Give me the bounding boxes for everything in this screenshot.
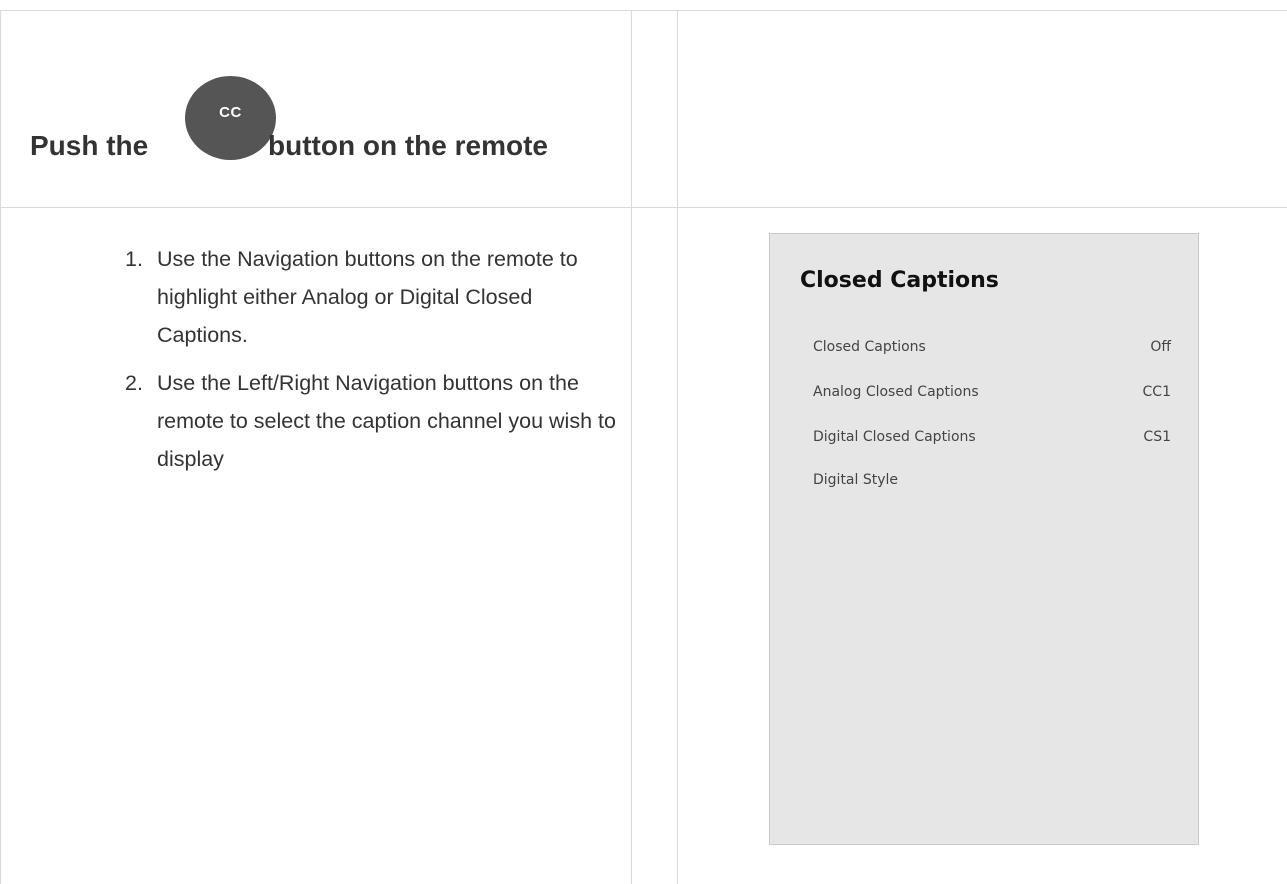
table-row-divider (0, 207, 1287, 208)
step-text: Use the Left/Right Navigation buttons on… (157, 371, 616, 471)
menu-row-value: CS1 (1143, 429, 1171, 445)
table-border-left (0, 10, 1, 884)
cc-button-label: CC (219, 104, 242, 121)
steps-list: 1. Use the Navigation buttons on the rem… (110, 240, 620, 488)
menu-row-label: Digital Style (813, 472, 899, 488)
step-number: 2. (125, 371, 143, 395)
step-number: 1. (125, 247, 143, 271)
heading-suffix: button on the remote (268, 130, 548, 161)
table-column-divider (631, 10, 632, 884)
step-text: Use the Navigation buttons on the remote… (157, 247, 578, 347)
closed-captions-menu-screenshot: Closed Captions Closed Captions Off Anal… (769, 233, 1199, 845)
list-item: 1. Use the Navigation buttons on the rem… (110, 240, 620, 354)
table-column-divider (677, 10, 678, 884)
menu-title: Closed Captions (800, 268, 999, 293)
menu-row-value: Off (1150, 339, 1171, 355)
menu-row-label: Digital Closed Captions (813, 429, 976, 445)
list-item: 2. Use the Left/Right Navigation buttons… (110, 364, 620, 478)
menu-row-value: CC1 (1142, 384, 1171, 400)
step-heading: Push the CC button on the remote (30, 10, 630, 207)
menu-row-label: Closed Captions (813, 339, 926, 355)
menu-row-label: Analog Closed Captions (813, 384, 979, 400)
cc-button-icon: CC (185, 76, 276, 160)
heading-prefix: Push the (30, 130, 149, 161)
